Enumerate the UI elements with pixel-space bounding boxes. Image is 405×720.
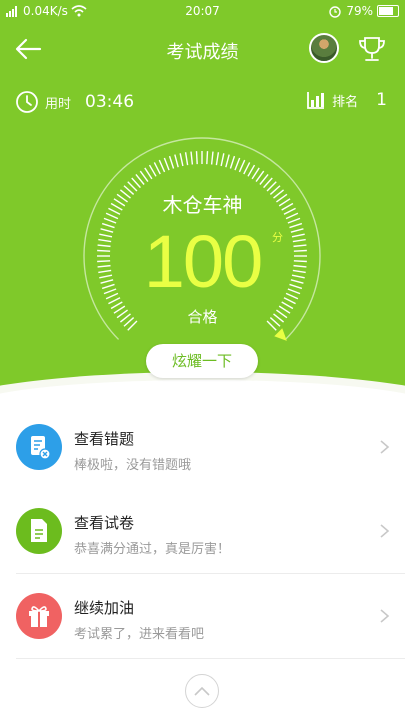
list-item-subtitle: 考试累了，进来看看吧: [74, 627, 205, 642]
gauge-tick: [220, 153, 225, 167]
stats-row: 用时 03:46 排名 1: [0, 88, 405, 118]
scroll-up-button[interactable]: [185, 674, 219, 708]
list-item-exam-paper[interactable]: 查看试卷 恭喜满分通过，真是厉害！: [0, 489, 405, 573]
gauge-tick: [179, 153, 184, 167]
time-value: 03:46: [85, 92, 135, 112]
list-item-wrong-questions[interactable]: 查看错题 棒极啦，没有错题哦: [0, 405, 405, 489]
gift-icon: [16, 593, 62, 639]
show-off-button[interactable]: 炫耀一下: [146, 344, 258, 378]
list-item-subtitle: 恭喜满分通过，真是厉害！: [74, 542, 231, 557]
gauge-tick: [225, 154, 230, 168]
gauge-tick: [243, 162, 251, 175]
gauge-tick: [139, 170, 149, 182]
top-bar: 考试成绩: [0, 30, 405, 70]
list-item-subtitle: 棒极啦，没有错题哦: [74, 458, 192, 473]
battery-percent: 79%: [346, 4, 373, 18]
list-item-title: 继续加油: [74, 599, 135, 617]
rank-label: 排名: [332, 94, 359, 110]
gauge-tick: [234, 157, 241, 171]
rank-chart-icon: [307, 92, 325, 109]
page-title: 考试成绩: [166, 42, 239, 63]
gauge-tick: [148, 164, 157, 177]
result-header-panel: 0.04K/s 20:07 79% 考试成绩 用时 03:46 排名 1 木仓车…: [0, 0, 405, 405]
pass-status: 合格: [187, 308, 218, 326]
trophy-button[interactable]: [356, 33, 388, 65]
alarm-icon: [329, 6, 342, 18]
chevron-right-icon: [380, 524, 390, 538]
divider: [16, 658, 405, 659]
gauge-tick: [215, 152, 220, 166]
status-bar: 0.04K/s 20:07 79%: [0, 0, 405, 22]
gauge-tick: [144, 167, 153, 180]
time-label: 用时: [45, 96, 72, 112]
gauge-tick: [210, 151, 214, 165]
exam-paper-icon: [16, 508, 62, 554]
gauge-tick: [174, 154, 179, 168]
gauge-tick: [190, 151, 194, 165]
gauge-tick: [163, 157, 170, 171]
wrong-questions-icon: [16, 424, 62, 470]
chevron-right-icon: [380, 609, 390, 623]
clock-icon: [16, 91, 38, 113]
trophy-icon: [359, 37, 385, 61]
list-item-keep-going[interactable]: 继续加油 考试累了，进来看看吧: [0, 574, 405, 658]
gauge-tick: [229, 155, 236, 169]
action-list: 查看错题 棒极啦，没有错题哦 查看试卷 恭喜满分通过，真是厉害！ 继续加油 考试…: [0, 405, 405, 659]
score-value: 100: [143, 220, 263, 303]
gauge-tick: [195, 151, 198, 165]
battery-icon: [377, 5, 399, 17]
user-nickname: 木仓车神: [162, 193, 243, 217]
gauge-tick: [206, 151, 209, 165]
gauge-tick: [255, 170, 265, 182]
list-item-title: 查看试卷: [74, 514, 135, 532]
avatar[interactable]: [309, 33, 339, 63]
chevron-right-icon: [380, 440, 390, 454]
rank-value: 1: [376, 90, 387, 110]
gauge-tick: [184, 152, 189, 166]
gauge-tick: [153, 162, 161, 175]
gauge-tick: [247, 164, 256, 177]
gauge-tick: [158, 159, 166, 173]
list-item-title: 查看错题: [74, 430, 135, 448]
gauge-tick: [168, 155, 175, 169]
rank: 排名 1: [306, 90, 387, 110]
time-used: 用时 03:46: [15, 90, 134, 114]
gauge-tick: [238, 159, 246, 173]
chevron-up-icon: [194, 686, 210, 696]
gauge-tick: [251, 167, 260, 180]
score-unit: 分: [272, 231, 283, 244]
